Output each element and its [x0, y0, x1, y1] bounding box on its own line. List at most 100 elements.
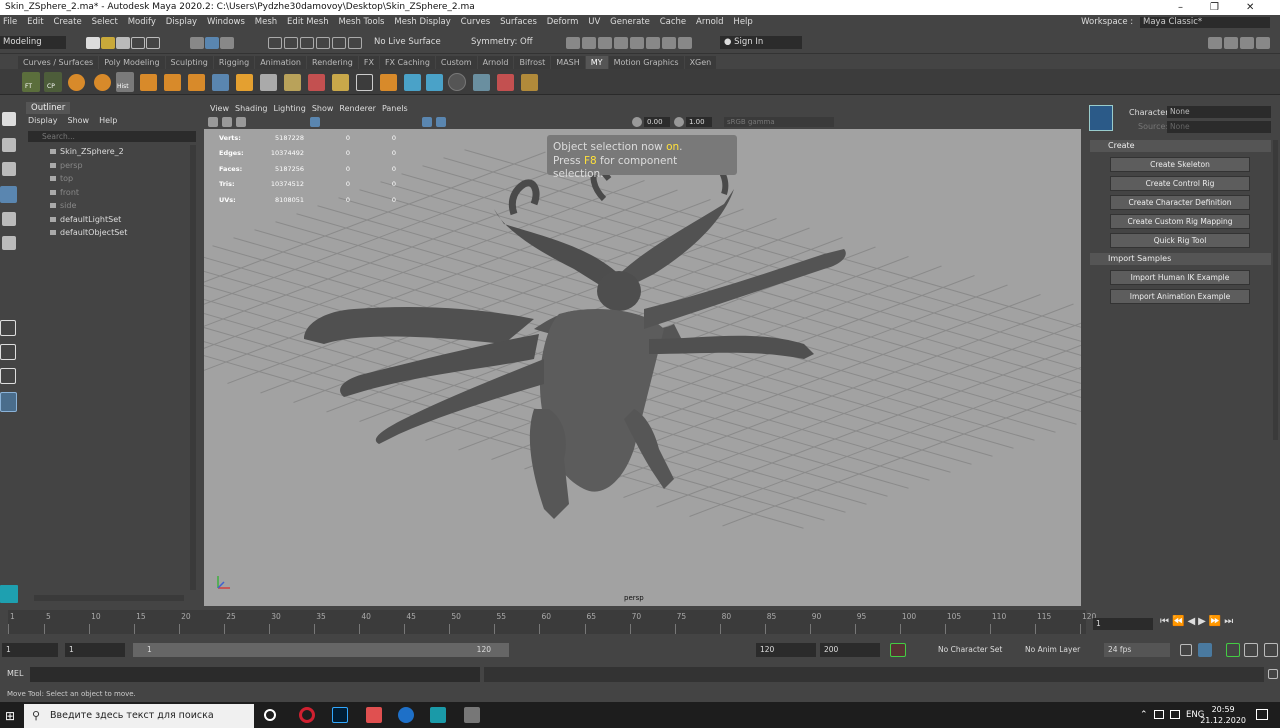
- command-input[interactable]: [30, 667, 480, 682]
- menu-curves[interactable]: Curves: [461, 17, 491, 27]
- bookmark-icon[interactable]: [236, 117, 246, 127]
- ipr-render-icon[interactable]: [598, 37, 612, 49]
- menu-mesh-tools[interactable]: Mesh Tools: [338, 17, 384, 27]
- loop-icon[interactable]: [1180, 644, 1192, 656]
- delete-history-icon[interactable]: Hist: [116, 72, 134, 92]
- menu-deform[interactable]: Deform: [547, 17, 579, 27]
- shelf-tab-bifrost[interactable]: Bifrost: [514, 56, 551, 69]
- paint-icon[interactable]: [332, 74, 349, 91]
- range-bar[interactable]: 1 120: [133, 643, 509, 657]
- menu-mesh[interactable]: Mesh: [255, 17, 277, 27]
- minimize-icon[interactable]: –: [1178, 0, 1183, 15]
- outliner-search-input[interactable]: Search...: [28, 131, 196, 142]
- viewport-menu-renderer[interactable]: Renderer: [339, 104, 376, 113]
- menu-edit[interactable]: Edit: [27, 17, 43, 27]
- sign-in-button[interactable]: ● Sign In: [720, 36, 802, 49]
- menu-display[interactable]: Display: [166, 17, 197, 27]
- taskbar-search-input[interactable]: ⚲ Введите здесь текст для поиска: [24, 704, 254, 728]
- shelf-tab-mash[interactable]: MASH: [551, 56, 585, 69]
- bend-icon[interactable]: [380, 74, 397, 91]
- cylinder-icon[interactable]: [164, 74, 181, 91]
- rotate-tool-icon[interactable]: [2, 212, 16, 226]
- render-frame-icon[interactable]: [582, 37, 596, 49]
- playback-start-field[interactable]: 1: [65, 643, 125, 657]
- exposure-field[interactable]: 0.00: [644, 117, 670, 127]
- current-frame-field[interactable]: 1: [1093, 618, 1153, 630]
- redo-icon[interactable]: [146, 37, 160, 49]
- single-view-icon[interactable]: [0, 320, 16, 336]
- shelf-tab-curves-surfaces[interactable]: Curves / Surfaces: [18, 56, 99, 69]
- snap-surface-icon[interactable]: [332, 37, 346, 49]
- outliner-item-side[interactable]: side: [50, 199, 127, 213]
- close-icon[interactable]: ✕: [1246, 0, 1254, 15]
- freeze-transform-icon[interactable]: FT: [22, 72, 40, 92]
- snap-point-icon[interactable]: [300, 37, 314, 49]
- preferences-icon[interactable]: [1198, 643, 1212, 657]
- viewport-menu-panels[interactable]: Panels: [382, 104, 408, 113]
- attribute-editor-icon[interactable]: [1224, 37, 1238, 49]
- menu-surfaces[interactable]: Surfaces: [500, 17, 537, 27]
- app-icon[interactable]: [366, 707, 382, 723]
- import-human-ik-button[interactable]: Import Human IK Example: [1110, 270, 1250, 285]
- maximize-icon[interactable]: ❐: [1210, 0, 1219, 15]
- fluid-icon[interactable]: [473, 74, 490, 91]
- viewport-menu-show[interactable]: Show: [312, 104, 334, 113]
- snap-grid-icon[interactable]: [268, 37, 282, 49]
- outliner-scrollbar[interactable]: [190, 145, 196, 590]
- select-tool-icon[interactable]: [2, 112, 16, 126]
- menu-select[interactable]: Select: [92, 17, 118, 27]
- anim-layer-dropdown[interactable]: No Anim Layer: [1021, 643, 1095, 657]
- create-section[interactable]: Create: [1090, 140, 1271, 152]
- playback-controls-icon[interactable]: ⏮⏪◀▶⏩⏭: [1160, 616, 1236, 627]
- camera-select-icon[interactable]: [208, 117, 218, 127]
- menu-create[interactable]: Create: [53, 17, 81, 27]
- camera-attributes-icon[interactable]: [222, 117, 232, 127]
- paint-select-tool-icon[interactable]: [2, 162, 16, 176]
- menu-file[interactable]: File: [3, 17, 17, 27]
- shelf-tab-custom[interactable]: Custom: [435, 56, 477, 69]
- menu-help[interactable]: Help: [733, 17, 752, 27]
- character-dropdown[interactable]: None: [1167, 106, 1271, 118]
- quad-draw-icon[interactable]: [260, 74, 277, 91]
- extrude-icon[interactable]: [284, 74, 301, 91]
- pause-icon[interactable]: [678, 37, 692, 49]
- shelf-tab-xgen[interactable]: XGen: [684, 56, 717, 69]
- viewport-persp[interactable]: Verts: 5187228 0 0 Edges: 10374492 0 0 Faces: 5…: [204, 129, 1081, 606]
- maya-taskbar-icon[interactable]: [430, 707, 446, 723]
- outliner-hscrollbar[interactable]: [34, 595, 184, 601]
- panel-scrollbar[interactable]: [1273, 140, 1278, 440]
- render-view-icon[interactable]: [566, 37, 580, 49]
- range-settings-icon[interactable]: [1264, 643, 1278, 657]
- outliner-item-top[interactable]: top: [50, 172, 127, 186]
- outliner-item-front[interactable]: front: [50, 186, 127, 200]
- shelf-tab-fx-caching[interactable]: FX Caching: [379, 56, 435, 69]
- outliner-item-default-light-set[interactable]: defaultLightSet: [50, 213, 127, 227]
- tray-device-icon[interactable]: [1154, 710, 1164, 719]
- gamma-field[interactable]: 1.00: [686, 117, 712, 127]
- curve-icon[interactable]: [404, 74, 421, 91]
- outliner-menu-show[interactable]: Show: [68, 116, 90, 125]
- save-scene-icon[interactable]: [116, 37, 130, 49]
- menu-arnold[interactable]: Arnold: [696, 17, 724, 27]
- two-view-icon[interactable]: [0, 368, 16, 384]
- combine-icon[interactable]: [68, 74, 85, 91]
- character-set-dropdown[interactable]: No Character Set: [934, 643, 1004, 657]
- outliner-item-persp[interactable]: persp: [50, 159, 127, 173]
- shelf-tab-rendering[interactable]: Rendering: [307, 56, 358, 69]
- undo-icon[interactable]: [131, 37, 145, 49]
- audio-icon[interactable]: [1244, 643, 1258, 657]
- symmetry-dropdown[interactable]: Symmetry: Off: [467, 36, 555, 49]
- viewport-menu-lighting[interactable]: Lighting: [273, 104, 305, 113]
- four-view-icon[interactable]: [0, 344, 16, 360]
- menu-modify[interactable]: Modify: [128, 17, 156, 27]
- script-editor-icon[interactable]: [1268, 669, 1278, 679]
- retopo-icon[interactable]: [521, 74, 538, 91]
- shelf-tab-my[interactable]: MY: [585, 56, 608, 69]
- lattice-icon[interactable]: [308, 74, 325, 91]
- outliner-item-skin-zsphere[interactable]: Skin_ZSphere_2: [50, 145, 127, 159]
- smooth-shade-icon[interactable]: [422, 117, 432, 127]
- import-samples-section[interactable]: Import Samples: [1090, 253, 1271, 265]
- sphere-icon[interactable]: [448, 73, 466, 91]
- browser-icon[interactable]: [398, 707, 414, 723]
- network-icon[interactable]: [1170, 710, 1180, 719]
